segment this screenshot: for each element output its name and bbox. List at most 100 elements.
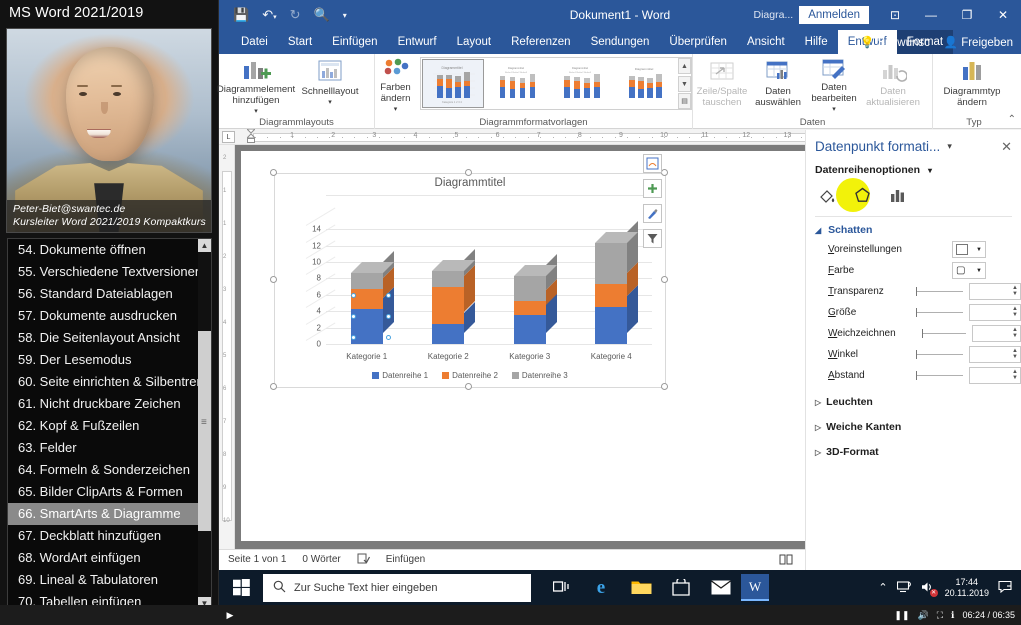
lesson-item-14[interactable]: 67. Deckblatt hinzufügen bbox=[8, 525, 198, 547]
chart-bar-segment[interactable] bbox=[514, 276, 546, 301]
volume-muted-icon[interactable]: ✕ bbox=[921, 581, 936, 595]
chart-elements-icon[interactable] bbox=[643, 179, 662, 198]
windows-start-icon[interactable] bbox=[219, 570, 263, 605]
chart-bar-segment[interactable] bbox=[432, 324, 464, 344]
spinner-down-icon[interactable]: ▼ bbox=[1012, 312, 1018, 319]
tab-referenzen-5[interactable]: Referenzen bbox=[501, 30, 580, 54]
chart-plot-area[interactable]: 02468101214Kategorie 1Kategorie 2Kategor… bbox=[326, 217, 652, 344]
chevron-down-icon[interactable]: ▼ bbox=[976, 247, 982, 253]
vertical-ruler[interactable]: 2112345678910 bbox=[219, 145, 235, 549]
lesson-list[interactable]: 54. Dokumente öffnen55. Verschiedene Tex… bbox=[7, 238, 212, 611]
data-point-handle[interactable] bbox=[351, 335, 356, 340]
select-data-button[interactable]: Daten auswählen bbox=[751, 54, 805, 112]
pane-spinner[interactable]: ▲▼ bbox=[969, 304, 1021, 321]
data-point-handle[interactable] bbox=[351, 314, 356, 319]
minimize-button[interactable]: — bbox=[913, 0, 949, 30]
tab-sendungen-6[interactable]: Sendungen bbox=[581, 30, 660, 54]
info-icon[interactable]: ℹ bbox=[951, 610, 954, 621]
data-point-handle[interactable] bbox=[386, 335, 391, 340]
chart-bar[interactable] bbox=[514, 217, 546, 344]
effects-icon[interactable] bbox=[853, 186, 872, 210]
lesson-list-scrollbar[interactable]: ▲ ▼ bbox=[198, 239, 211, 610]
fill-line-icon[interactable] bbox=[818, 186, 837, 210]
pane-spinner[interactable]: ▲▼ bbox=[972, 325, 1021, 342]
pane-slider[interactable] bbox=[916, 375, 963, 376]
lesson-item-6[interactable]: 59. Der Lesemodus bbox=[8, 349, 198, 371]
object-resize-handle[interactable] bbox=[270, 276, 277, 283]
tab-ansicht-8[interactable]: Ansicht bbox=[737, 30, 795, 54]
chart-bar-segment[interactable] bbox=[514, 301, 546, 316]
legend-entry[interactable]: Datenreihe 3 bbox=[512, 371, 568, 380]
chevron-down-icon[interactable]: ▼ bbox=[976, 268, 982, 274]
chart-filters-icon[interactable] bbox=[643, 229, 662, 248]
chevron-down-icon[interactable]: ▾ bbox=[832, 104, 836, 115]
page-count[interactable]: Seite 1 von 1 bbox=[228, 554, 286, 565]
play-icon[interactable]: ▶ bbox=[219, 610, 241, 621]
add-chart-element-button[interactable]: Diagrammelement hinzufügen ▾ bbox=[219, 54, 293, 112]
object-resize-handle[interactable] bbox=[661, 276, 668, 283]
object-resize-handle[interactable] bbox=[465, 383, 472, 390]
pane-slider[interactable] bbox=[916, 291, 963, 292]
format-pane-subtitle-row[interactable]: Datenreihenoptionen ▾ bbox=[806, 154, 1021, 176]
word-icon[interactable]: W bbox=[741, 574, 769, 601]
collapse-ribbon-icon[interactable]: ⌃ bbox=[1008, 114, 1016, 125]
share-button[interactable]: 👤Freigeben bbox=[944, 35, 1013, 49]
chevron-down-icon[interactable]: ▾ bbox=[947, 141, 952, 152]
lesson-item-1[interactable]: 54. Dokumente öffnen bbox=[8, 239, 198, 261]
ribbon-tab-bar[interactable]: DateiStartEinfügenEntwurfLayoutReferenze… bbox=[219, 30, 1021, 54]
word-count[interactable]: 0 Wörter bbox=[302, 554, 340, 565]
action-center-icon[interactable] bbox=[998, 580, 1013, 595]
insert-mode[interactable]: Einfügen bbox=[386, 554, 425, 565]
chevron-down-icon[interactable]: ▾ bbox=[254, 106, 258, 117]
spinner-down-icon[interactable]: ▼ bbox=[1012, 375, 1018, 382]
chart-object[interactable]: Diagrammtitel 02468101214Kategorie 1Kate… bbox=[274, 173, 666, 388]
show-hidden-icons-icon[interactable]: ⌃ bbox=[878, 581, 887, 594]
tab-layout-4[interactable]: Layout bbox=[447, 30, 502, 54]
section-header-3d-format[interactable]: ▷3D-Format bbox=[806, 436, 1021, 461]
pane-slider[interactable] bbox=[916, 354, 963, 355]
pause-icon[interactable]: ❚❚ bbox=[894, 610, 909, 621]
tab-hilfe-9[interactable]: Hilfe bbox=[795, 30, 838, 54]
chart-bar-segment[interactable] bbox=[595, 307, 627, 344]
pane-spinner[interactable]: ▲▼ bbox=[969, 346, 1021, 363]
triangle-right-icon[interactable]: ▷ bbox=[815, 423, 821, 432]
triangle-right-icon[interactable]: ▷ bbox=[815, 398, 821, 407]
chart-style-item[interactable]: Diagrammtitel Kategorie 1 2 3 4 bbox=[422, 59, 484, 108]
tab-einf-gen-2[interactable]: Einfügen bbox=[322, 30, 387, 54]
lesson-item-9[interactable]: 62. Kopf & Fußzeilen bbox=[8, 415, 198, 437]
switch-row-column-button[interactable]: Zeile/Spalte tauschen bbox=[693, 54, 751, 112]
chart-title[interactable]: Diagrammtitel bbox=[274, 177, 666, 189]
store-icon[interactable] bbox=[661, 570, 701, 605]
scroll-up-arrow-icon[interactable]: ▲ bbox=[198, 239, 211, 252]
edge-icon[interactable]: e bbox=[581, 570, 621, 605]
close-icon[interactable]: ✕ bbox=[1001, 139, 1012, 155]
mail-icon[interactable] bbox=[701, 570, 741, 605]
lesson-item-7[interactable]: 60. Seite einrichten & Silbentrenn bbox=[8, 371, 198, 393]
chart-bar-segment[interactable] bbox=[432, 271, 464, 287]
chart-bar[interactable] bbox=[432, 217, 464, 344]
lesson-item-4[interactable]: 57. Dokumente ausdrucken bbox=[8, 305, 198, 327]
proofing-icon[interactable] bbox=[357, 553, 370, 567]
network-icon[interactable] bbox=[897, 581, 912, 595]
chart-side-buttons[interactable] bbox=[643, 154, 662, 248]
section-header-weiche-kanten[interactable]: ▷Weiche Kanten bbox=[806, 411, 1021, 436]
search-input[interactable]: Zur Suche Text hier eingeben bbox=[263, 574, 531, 602]
object-resize-handle[interactable] bbox=[270, 383, 277, 390]
chevron-down-icon[interactable]: ▾ bbox=[328, 97, 332, 108]
quick-layout-button[interactable]: Schnelllayout ▾ bbox=[293, 54, 367, 112]
lesson-item-16[interactable]: 69. Lineal & Tabulatoren bbox=[8, 569, 198, 591]
tab--berpr-fen-7[interactable]: Überprüfen bbox=[659, 30, 737, 54]
chart-bar-segment[interactable] bbox=[514, 315, 546, 344]
chart-bar[interactable] bbox=[351, 217, 383, 344]
chart-bar-segment[interactable] bbox=[595, 284, 627, 307]
gallery-scroll-down-icon[interactable]: ▼ bbox=[678, 76, 691, 92]
object-resize-handle[interactable] bbox=[270, 169, 277, 176]
edit-data-button[interactable]: Daten bearbeiten ▾ bbox=[805, 54, 863, 112]
read-mode-icon[interactable] bbox=[777, 552, 795, 568]
ribbon-display-options-icon[interactable]: ⊡ bbox=[877, 0, 913, 30]
chart-bar-segment[interactable] bbox=[351, 289, 383, 309]
object-resize-handle[interactable] bbox=[661, 169, 668, 176]
gallery-scroll-up-icon[interactable]: ▲ bbox=[678, 58, 691, 74]
spinner-down-icon[interactable]: ▼ bbox=[1012, 291, 1018, 298]
lesson-item-11[interactable]: 64. Formeln & Sonderzeichen bbox=[8, 459, 198, 481]
